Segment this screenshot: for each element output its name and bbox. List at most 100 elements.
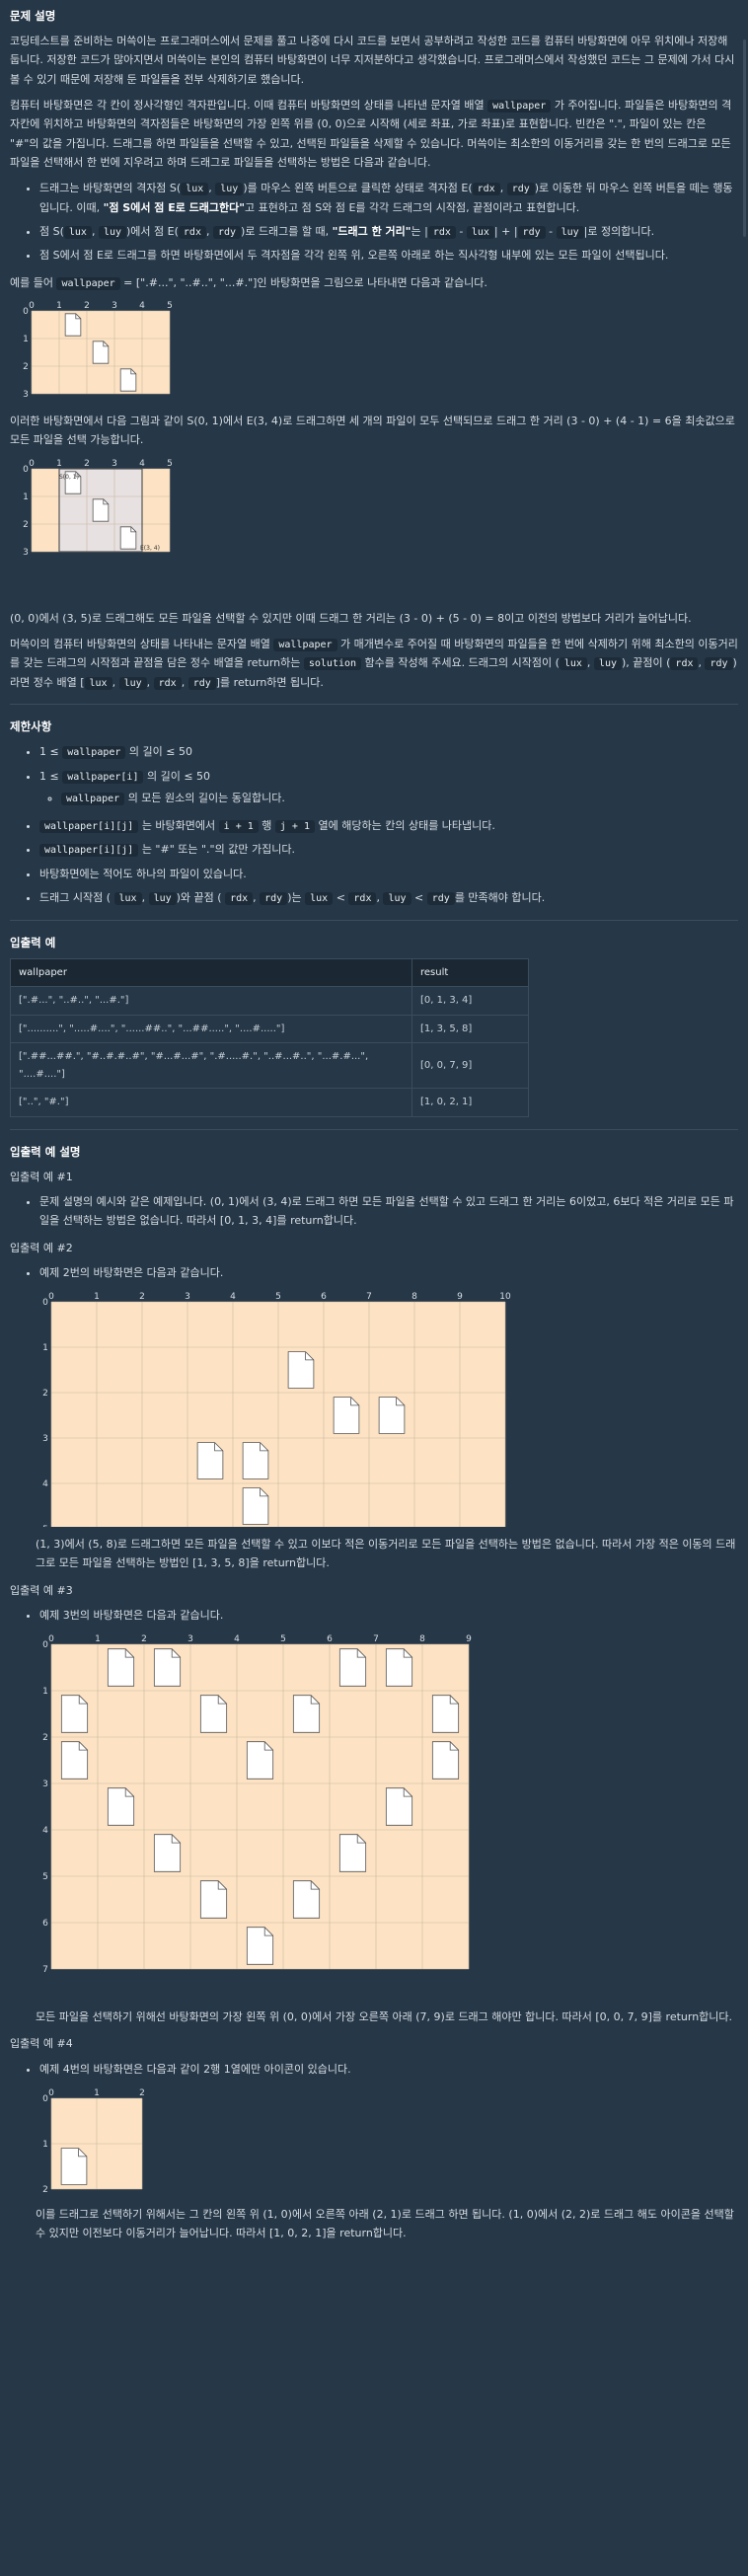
io-table: wallpaper result [".#...", "..#..", "...… — [10, 957, 529, 1117]
table-cell: [1, 3, 5, 8] — [411, 1014, 529, 1044]
list-item: 문제 설명의 예시와 같은 예제입니다. (0, 1)에서 (3, 4)로 드래… — [39, 1192, 738, 1231]
wallpaper-grid-example-2: 0 1 2 3 4 5 6 7 8 9 10 0 1 2 3 4 5 — [42, 1292, 511, 1528]
tick-label: 5 — [167, 459, 173, 469]
tick-label: 5 — [42, 1525, 48, 1527]
file-icon — [60, 1695, 89, 1733]
tick-label: 0 — [42, 1640, 48, 1650]
figure-drag-example: 0 1 2 3 4 5 0 1 2 3 S(0, 1) E(3, 4) — [20, 457, 738, 601]
tick-label: 3 — [42, 1780, 48, 1789]
paragraph-task: 머쓱이의 컴퓨터 바탕화면의 상태를 나타내는 문자열 배열 wallpaper… — [10, 637, 738, 690]
wallpaper-grid-example-4: 0 1 2 0 1 2 — [42, 2088, 145, 2195]
file-icon — [338, 1834, 367, 1872]
example-1-label: 입출력 예 #1 — [10, 1170, 73, 1183]
tick-label: 5 — [275, 1292, 281, 1302]
file-icon — [107, 1648, 135, 1687]
tick-label: 3 — [112, 301, 117, 311]
tick-label: 3 — [23, 548, 29, 558]
tick-label: 1 — [56, 459, 62, 469]
list-item: 예제 3번의 바탕화면은 다음과 같습니다. — [39, 1606, 738, 1625]
list-item: 점 S에서 점 E로 드래그를 하면 바탕화면에서 두 격자점을 각각 왼쪽 위… — [39, 246, 738, 265]
table-header-row: wallpaper result — [10, 957, 529, 988]
file-icon — [107, 1787, 135, 1826]
file-icon — [431, 1741, 460, 1780]
table-cell: [".##...##.", "#..#.#..#", "#...#...#", … — [10, 1042, 412, 1090]
tick-label: 2 — [139, 1292, 145, 1302]
section-title-description: 문제 설명 — [10, 9, 56, 23]
divider — [10, 919, 738, 921]
tick-label: 4 — [139, 459, 145, 469]
list-item: 1 ≤ wallpaper 의 길이 ≤ 50 — [39, 742, 738, 762]
file-icon — [431, 1695, 460, 1733]
file-icon — [92, 497, 110, 522]
tick-label: 3 — [23, 390, 29, 400]
example-4-label: 입출력 예 #4 — [10, 2037, 73, 2051]
paragraph-example-4: 이를 드래그로 선택하기 위해서는 그 칸의 왼쪽 위 (1, 0)에서 오른쪽… — [36, 2207, 734, 2240]
tick-label: 4 — [42, 1479, 48, 1489]
table-cell: [0, 0, 7, 9] — [411, 1042, 529, 1090]
tick-label: 3 — [185, 1292, 190, 1302]
tick-label: 0 — [23, 465, 29, 475]
tick-label: 10 — [499, 1292, 511, 1302]
file-icon — [242, 1487, 269, 1525]
paragraph-intro: 코딩테스트를 준비하는 머쓱이는 프로그래머스에서 문제를 풀고 나중에 다시 … — [10, 35, 735, 86]
tick-label: 8 — [419, 1634, 425, 1644]
list-item: 드래그는 바탕화면의 격자점 S(lux, luy)를 마우스 왼쪽 버튼으로 … — [39, 179, 738, 217]
tick-label: 1 — [56, 301, 62, 311]
divider — [10, 1128, 738, 1130]
end-point-label: E(3, 4) — [140, 545, 160, 552]
file-icon — [92, 341, 110, 364]
paragraph-alt-drag: (0, 0)에서 (3, 5)로 드래그해도 모든 파일을 선택할 수 있지만 … — [10, 611, 692, 625]
table-cell: ["..", "#."] — [10, 1088, 412, 1117]
tick-label: 7 — [366, 1292, 372, 1302]
tick-label: 1 — [42, 1343, 48, 1353]
file-icon — [199, 1880, 228, 1919]
tick-label: 1 — [95, 1634, 101, 1644]
tick-label: 7 — [42, 1965, 48, 1975]
tick-label: 0 — [23, 307, 29, 317]
tick-label: 0 — [29, 459, 35, 469]
drag-rules-list: 드래그는 바탕화면의 격자점 S(lux, luy)를 마우스 왼쪽 버튼으로 … — [10, 179, 738, 265]
tick-label: 0 — [48, 2088, 54, 2098]
figure-wallpaper-example: 0 1 2 3 4 5 0 1 2 3 — [20, 299, 738, 404]
tick-label: 2 — [84, 301, 90, 311]
example-2-label: 입출력 예 #2 — [10, 1241, 73, 1254]
file-icon — [385, 1648, 413, 1687]
figure-example-3: 0 1 2 3 4 5 6 7 8 9 0 1 2 3 4 5 6 7 — [39, 1632, 738, 2000]
tick-label: 4 — [234, 1634, 240, 1644]
file-icon — [333, 1397, 360, 1434]
wallpaper-grid-example-3: 0 1 2 3 4 5 6 7 8 9 0 1 2 3 4 5 6 7 — [42, 1634, 472, 1975]
table-row: ["..........", ".....#....", "......##..… — [10, 1014, 529, 1044]
tick-label: 5 — [280, 1634, 286, 1644]
file-icon — [119, 368, 137, 392]
tick-label: 6 — [327, 1634, 333, 1644]
file-icon — [60, 1741, 89, 1780]
list-item: 예제 2번의 바탕화면은 다음과 같습니다. — [39, 1263, 738, 1282]
example-3-label: 입출력 예 #3 — [10, 1583, 73, 1597]
file-icon — [378, 1397, 406, 1434]
tick-label: 6 — [42, 1919, 48, 1929]
figure-example-4: 0 1 2 0 1 2 — [39, 2086, 738, 2197]
file-icon — [287, 1351, 315, 1389]
file-icon — [153, 1648, 182, 1687]
tick-label: 0 — [42, 2094, 48, 2104]
tick-label: 0 — [48, 1634, 54, 1644]
paragraph-example-3: 모든 파일을 선택하기 위해선 바탕화면의 가장 왼쪽 위 (0, 0)에서 가… — [36, 2010, 733, 2024]
tick-label: 2 — [23, 362, 29, 372]
table-cell: [1, 0, 2, 1] — [411, 1088, 529, 1117]
scrollbar[interactable] — [743, 39, 746, 237]
file-icon — [199, 1695, 228, 1733]
paragraph-grid-def: 컴퓨터 바탕화면은 각 칸이 정사각형인 격자판입니다. 이때 컴퓨터 바탕화면… — [10, 98, 732, 169]
tick-label: 2 — [141, 1634, 147, 1644]
list-item: 바탕화면에는 적어도 하나의 파일이 있습니다. — [39, 865, 738, 883]
tick-label: 9 — [466, 1634, 472, 1644]
file-icon — [292, 1880, 321, 1919]
tick-label: 1 — [42, 1687, 48, 1697]
section-title-io: 입출력 예 — [10, 935, 56, 949]
list-item: wallpaper[i][j] 는 "#" 또는 "."의 값만 가집니다. — [39, 840, 738, 860]
file-icon — [385, 1787, 413, 1826]
tick-label: 2 — [42, 2185, 48, 2195]
file-icon — [64, 313, 82, 337]
paragraph-drag-example: 이러한 바탕화면에서 다음 그림과 같이 S(0, 1)에서 E(3, 4)로 … — [10, 415, 735, 447]
file-icon — [119, 525, 137, 550]
file-icon — [242, 1442, 269, 1479]
